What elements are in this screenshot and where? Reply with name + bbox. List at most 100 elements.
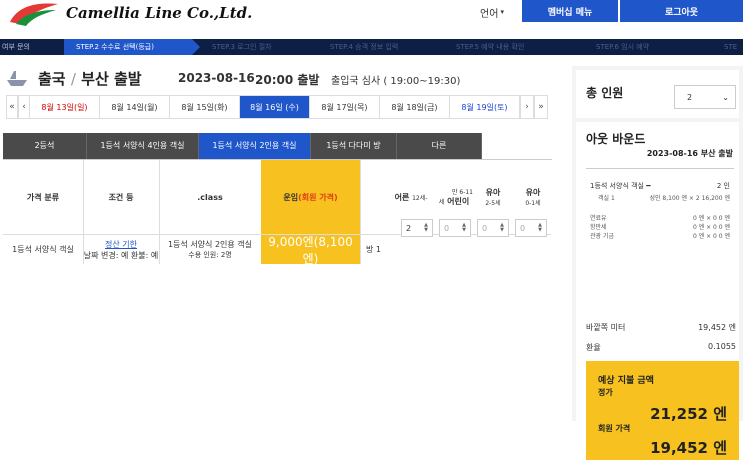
route-slash: / bbox=[70, 69, 76, 88]
departure-time: 20:00 출발 bbox=[255, 73, 320, 87]
tab-second-class[interactable]: 2등석 bbox=[3, 133, 87, 159]
logout-button[interactable]: 로그아웃 bbox=[620, 0, 743, 22]
date-navigator: « ‹ 8월 13일(일) 8월 14일(월) 8월 15일(화) 8월 16일… bbox=[6, 95, 556, 119]
fare-label: 운임 bbox=[283, 192, 299, 202]
step-2: STEP.2 수수료 선택(등급) bbox=[64, 39, 192, 55]
fuel-value: 0 엔 × 0 0 엔 bbox=[692, 215, 730, 222]
date-tab-0813[interactable]: 8월 13일(일) bbox=[30, 95, 100, 119]
child-age-top: 만 6-11 bbox=[451, 189, 473, 196]
booking-summary-sidebar: 총 인원 2 ⌄ 아웃 바운드 2023-08-16 부산 출발 1등석 서양식… bbox=[572, 66, 743, 460]
class-name: 1등석 서양식 2인용 객실 bbox=[167, 240, 253, 249]
outbound-summary: 아웃 바운드 2023-08-16 부산 출발 1등석 서양식 객실 ━ 2 인… bbox=[576, 122, 739, 460]
port-row: 항만세 0 엔 × 0 0 엔 bbox=[590, 222, 730, 231]
stepper-arrows-icon: ▲ ▼ bbox=[462, 222, 466, 233]
pay-member: 19,452 엔 bbox=[650, 439, 727, 457]
tab-tatami[interactable]: 1등석 다다미 방 bbox=[311, 133, 397, 159]
fare-table: 가격 분류 조건 등 .class 운임 (회원 가격) 어른 12세- 만 6-… bbox=[3, 159, 552, 266]
date-tab-0814[interactable]: 8월 14일(월) bbox=[100, 95, 170, 119]
total-passengers-select[interactable]: 2 ⌄ bbox=[674, 85, 736, 109]
step-3: STEP.3 로그인 절차 bbox=[212, 43, 272, 51]
top-bar: Camellia Line Co.,Ltd. 언어 ▾ 멤버십 메뉴 로그아웃 bbox=[0, 0, 743, 36]
rate-label: 환율 bbox=[586, 343, 601, 352]
adult-stepper[interactable]: 2 ▲ ▼ bbox=[401, 219, 433, 237]
room-line: 객실 1 bbox=[598, 195, 615, 202]
row-room: 방 1 bbox=[360, 234, 551, 264]
adult-label: 어른 bbox=[394, 192, 410, 202]
route-direction: 출국 bbox=[38, 69, 66, 88]
room-line-detail: 성인 8,100 엔 × 2 16,200 엔 bbox=[649, 195, 730, 202]
header-class: .class bbox=[197, 192, 223, 202]
tab-western-2[interactable]: 1등석 서양식 2인용 객실 bbox=[199, 133, 311, 159]
outbound-date: 2023-08-16 부산 출발 bbox=[646, 149, 733, 158]
language-dropdown[interactable]: 언어 ▾ bbox=[468, 0, 516, 24]
stepper-arrows-icon: ▲ ▼ bbox=[424, 222, 428, 233]
adult-age: 12세- bbox=[412, 194, 428, 202]
row-class: 1등석 서양식 2인용 객실 수용 인원: 2명 bbox=[159, 234, 261, 264]
step-progress-bar: 여부 문의 STEP.2 수수료 선택(등급) STEP.3 로그인 절차 ST… bbox=[0, 39, 743, 55]
step-1: 여부 문의 bbox=[2, 43, 30, 51]
stepper-arrows-icon: ▲ ▼ bbox=[538, 222, 542, 233]
date-tab-0818[interactable]: 8월 18일(금) bbox=[380, 95, 450, 119]
total-label: 총 인원 bbox=[586, 86, 624, 100]
date-tab-0815[interactable]: 8월 15일(화) bbox=[170, 95, 240, 119]
prev-week-button[interactable]: « bbox=[6, 95, 18, 119]
capacity: 수용 인원: 2명 bbox=[188, 251, 232, 259]
tour-value: 0 엔 × 0 0 엔 bbox=[692, 233, 730, 240]
room-type: 1등석 서양식 객실 ━ bbox=[590, 182, 651, 190]
header-fare: 운임 (회원 가격) bbox=[261, 160, 360, 234]
membership-menu-button[interactable]: 멤버십 메뉴 bbox=[522, 0, 618, 22]
prev-day-button[interactable]: ‹ bbox=[18, 95, 30, 119]
child-count: 0 bbox=[444, 223, 450, 233]
outbound-meter-row: 바깥쪽 미터 19,452 엔 bbox=[586, 322, 736, 333]
child-stepper[interactable]: 0 ▲ ▼ bbox=[439, 219, 471, 237]
infant2-age: 0-1세 bbox=[525, 200, 541, 207]
cabin-grade-tabs: 2등석 1등석 서양식 4인용 객실 1등석 서양식 2인용 객실 1등석 다다… bbox=[3, 133, 482, 159]
departure-date: 2023-08-16 bbox=[178, 71, 255, 85]
conditions-text: 날짜 변경: 예 환불: 예 bbox=[83, 250, 159, 260]
port-label: 항만세 bbox=[590, 224, 607, 231]
date-tab-0817[interactable]: 8월 17일(목) bbox=[310, 95, 380, 119]
date-tab-0819[interactable]: 8월 19일(토) bbox=[450, 95, 520, 119]
header-price-class: 가격 분류 bbox=[26, 192, 60, 202]
room-label: 방 1 bbox=[366, 245, 381, 254]
language-label: 언어 bbox=[480, 8, 499, 20]
adult-count: 2 bbox=[406, 223, 412, 233]
caret-down-icon: ▾ bbox=[500, 8, 504, 16]
tour-row: 관광 기금 0 엔 × 0 0 엔 bbox=[590, 231, 730, 240]
next-week-button[interactable]: » bbox=[534, 95, 548, 119]
child-age: 세 bbox=[438, 199, 445, 206]
room-count: 2 인 bbox=[716, 182, 730, 190]
chevron-down-icon: ⌄ bbox=[722, 92, 729, 102]
rate-value: 0.1055 bbox=[708, 342, 736, 351]
tour-label: 관광 기금 bbox=[590, 233, 614, 240]
infant1-age: 2-5세 bbox=[485, 200, 501, 207]
infant2-count: 0 bbox=[520, 223, 526, 233]
fare-member-label: (회원 가격) bbox=[298, 192, 338, 202]
infant2-stepper[interactable]: 0 ▲ ▼ bbox=[515, 219, 547, 237]
estimated-payment-box: 예상 지불 금액 정가 21,252 엔 회원 가격 19,452 엔 bbox=[586, 361, 739, 460]
row-price: 9,000엔(8,100엔) bbox=[261, 234, 360, 266]
room-type-row: 1등석 서양식 객실 ━ 2 인 bbox=[590, 181, 730, 191]
fuel-label: 연료유 bbox=[590, 215, 607, 222]
pay-title: 예상 지불 금액 bbox=[598, 376, 654, 386]
fare-breakdown: 1등석 서양식 객실 ━ 2 인 객실 1 성인 8,100 엔 × 2 16,… bbox=[586, 168, 734, 288]
row-price-class: 1등석 서양식 객실 bbox=[3, 234, 83, 264]
route-title: 출국 / 부산 출발 bbox=[38, 68, 142, 89]
next-day-button[interactable]: › bbox=[520, 95, 534, 119]
tab-western-4[interactable]: 1등석 서양식 4인용 객실 bbox=[87, 133, 199, 159]
route-origin: 부산 출발 bbox=[81, 69, 142, 88]
step-5: STEP.5 예약 내용 확인 bbox=[456, 43, 525, 51]
settlement-deadline-link[interactable]: 정산 기한 bbox=[105, 239, 137, 250]
step-4: STEP.4 승객 정보 입력 bbox=[330, 43, 399, 51]
infant2-label: 유아 bbox=[525, 188, 541, 197]
route-header: 출국 / 부산 출발 bbox=[6, 66, 142, 90]
meter-label: 바깥쪽 미터 bbox=[586, 323, 626, 332]
date-tab-0816[interactable]: 8월 16일 (수) bbox=[240, 95, 310, 119]
company-name: Camellia Line Co.,Ltd. bbox=[66, 4, 253, 22]
tab-other[interactable]: 다른 bbox=[397, 133, 482, 159]
step-6: STEP.6 임시 예약 bbox=[596, 43, 650, 51]
pay-regular-label: 정가 bbox=[598, 388, 613, 397]
child-label: 어린이 bbox=[447, 197, 470, 206]
infant1-stepper[interactable]: 0 ▲ ▼ bbox=[477, 219, 509, 237]
total-passengers-box: 총 인원 2 ⌄ bbox=[576, 70, 739, 118]
